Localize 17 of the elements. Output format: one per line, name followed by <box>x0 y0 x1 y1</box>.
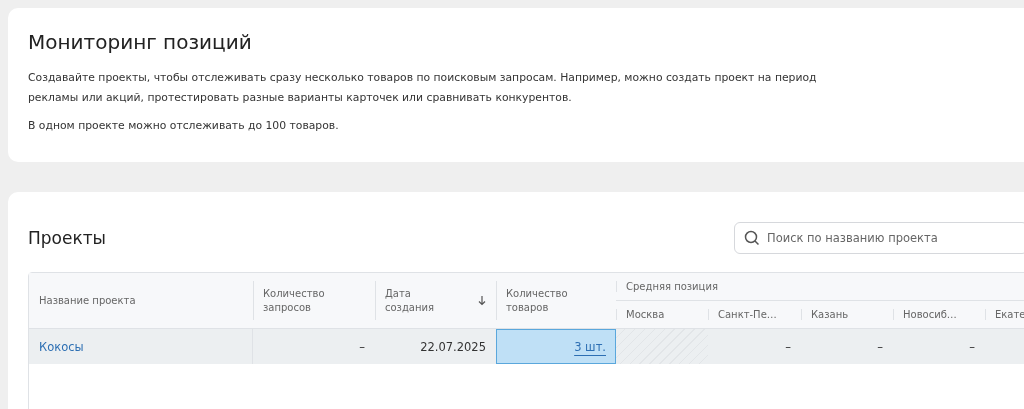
search-field[interactable]: Поиск по названию проекта <box>734 222 1024 254</box>
table-cell: – <box>801 329 893 364</box>
table-cell: 22.07.2025 <box>375 329 496 364</box>
project-link[interactable]: Кокосы <box>39 339 84 354</box>
description-text: Создавайте проекты, чтобы отслеживать сразу несколько товаров по поисковым запросам. Например, можно создать проект на период рекламы или акций, протестировать разные варианты карточек или сравнивать конкурентов. <box>28 70 818 106</box>
search-icon <box>744 230 760 246</box>
page-title: Мониторинг позиций <box>28 30 253 54</box>
table-cell: – <box>893 329 985 364</box>
table-cell: – <box>708 329 801 364</box>
group-header: Средняя позиция <box>626 279 718 294</box>
column-header[interactable]: Название проекта <box>39 293 136 308</box>
products-count-link[interactable]: 3 шт. <box>574 339 606 354</box>
description-text: В одном проекте можно отслеживать до 100 товаров. <box>28 118 340 134</box>
sort-arrow-icon[interactable] <box>478 295 486 306</box>
table-cell: – <box>253 329 375 364</box>
selected-cell[interactable]: 3 шт. <box>496 329 616 364</box>
section-title: Проекты <box>28 228 107 248</box>
